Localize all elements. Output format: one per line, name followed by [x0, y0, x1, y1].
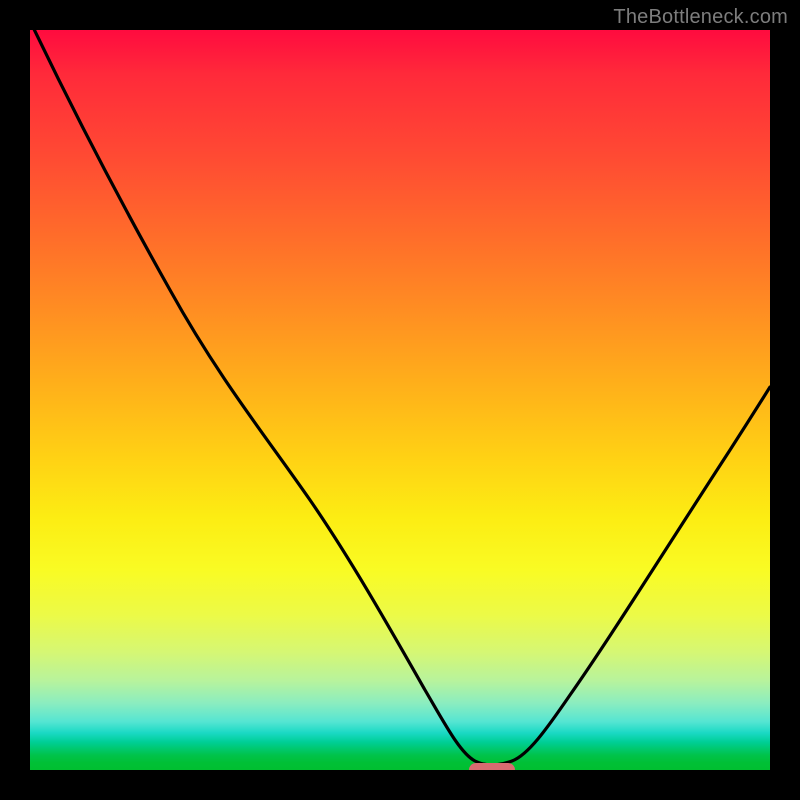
- watermark-text: TheBottleneck.com: [613, 6, 788, 29]
- curve-path: [32, 30, 770, 765]
- bottleneck-curve: [30, 30, 770, 770]
- chart-frame: TheBottleneck.com: [0, 0, 800, 800]
- plot-area: [30, 30, 770, 770]
- optimal-range-marker: [469, 763, 515, 770]
